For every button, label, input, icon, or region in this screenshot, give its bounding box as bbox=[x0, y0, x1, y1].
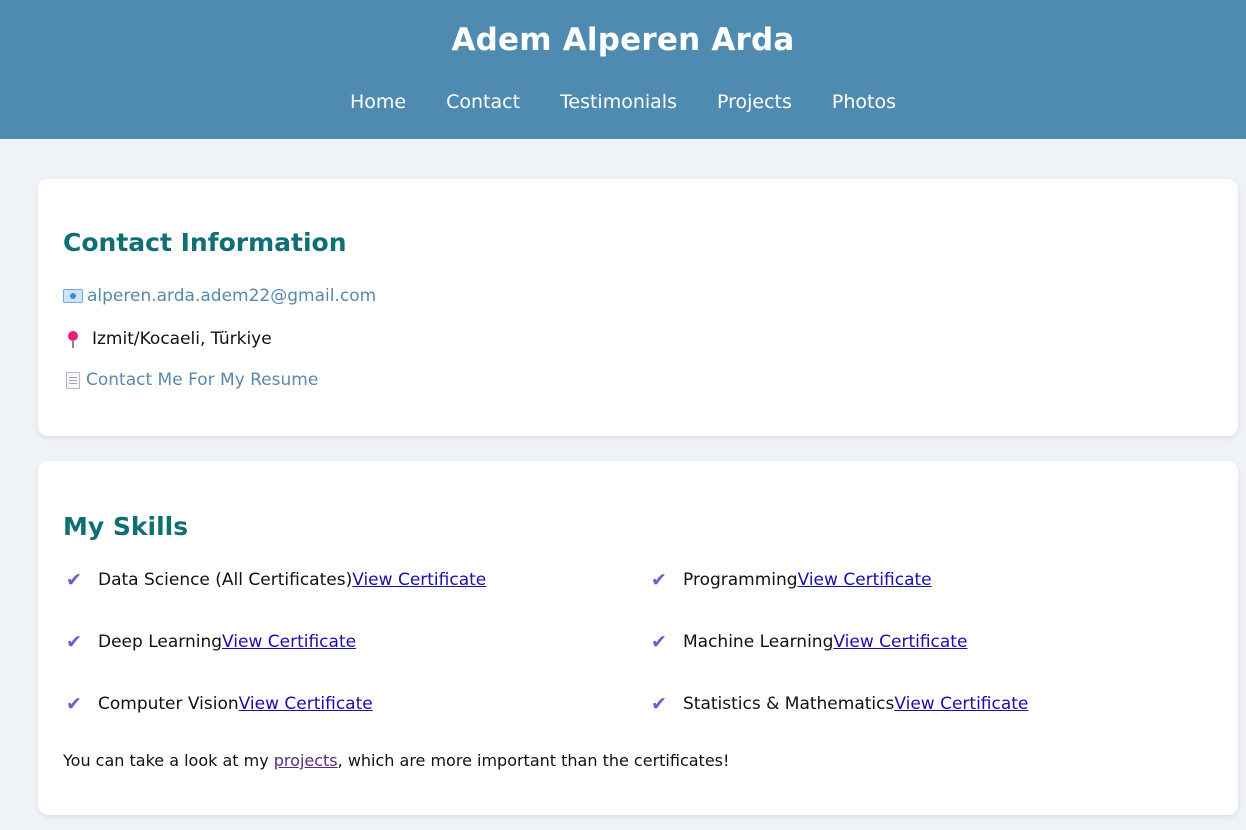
skill-item: ✔ Deep Learning View Certificate bbox=[63, 631, 356, 653]
site-title: Adem Alperen Arda bbox=[451, 22, 795, 58]
skill-label: Programming bbox=[683, 570, 798, 590]
checkmark-icon: ✔ bbox=[66, 631, 82, 653]
contact-email-row: alperen.arda.adem22@gmail.com bbox=[63, 286, 376, 306]
view-certificate-link[interactable]: View Certificate bbox=[239, 694, 373, 714]
resume-link[interactable]: Contact Me For My Resume bbox=[86, 370, 318, 390]
contact-resume-row: Contact Me For My Resume bbox=[63, 370, 318, 390]
pushpin-icon bbox=[63, 331, 83, 348]
envelope-icon bbox=[63, 289, 83, 303]
contact-location-row: Izmit/Kocaeli, Türkiye bbox=[63, 329, 272, 349]
skill-label: Machine Learning bbox=[683, 632, 834, 652]
note-text-after: , which are more important than the cert… bbox=[337, 751, 730, 770]
nav-photos[interactable]: Photos bbox=[832, 91, 896, 113]
nav-projects[interactable]: Projects bbox=[717, 91, 792, 113]
skill-item: ✔ Data Science (All Certificates) View Ce… bbox=[63, 569, 486, 591]
skill-label: Data Science (All Certificates) bbox=[98, 570, 353, 590]
checkmark-icon: ✔ bbox=[66, 569, 82, 591]
skills-card: My Skills ✔ Data Science (All Certificat… bbox=[38, 461, 1238, 815]
projects-note: You can take a look at my projects, whic… bbox=[63, 751, 729, 770]
skill-item: ✔ Machine Learning View Certificate bbox=[648, 631, 967, 653]
nav-testimonials[interactable]: Testimonials bbox=[560, 91, 677, 113]
view-certificate-link[interactable]: View Certificate bbox=[894, 694, 1028, 714]
skill-label: Computer Vision bbox=[98, 694, 239, 714]
note-text-before: You can take a look at my bbox=[63, 751, 274, 770]
email-link[interactable]: alperen.arda.adem22@gmail.com bbox=[87, 286, 376, 306]
skill-item: ✔ Computer Vision View Certificate bbox=[63, 693, 373, 715]
location-text: Izmit/Kocaeli, Türkiye bbox=[92, 329, 272, 349]
nav-home[interactable]: Home bbox=[350, 91, 406, 113]
projects-link[interactable]: projects bbox=[274, 751, 338, 770]
checkmark-icon: ✔ bbox=[651, 693, 667, 715]
contact-title: Contact Information bbox=[63, 228, 347, 257]
skills-title: My Skills bbox=[63, 512, 189, 541]
main-nav: Home Contact Testimonials Projects Photo… bbox=[0, 91, 1246, 113]
skill-item: ✔ Programming View Certificate bbox=[648, 569, 932, 591]
view-certificate-link[interactable]: View Certificate bbox=[222, 632, 356, 652]
site-header: Adem Alperen Arda Home Contact Testimoni… bbox=[0, 0, 1246, 139]
nav-contact[interactable]: Contact bbox=[446, 91, 520, 113]
view-certificate-link[interactable]: View Certificate bbox=[798, 570, 932, 590]
skill-item: ✔ Statistics & Mathematics View Certifica… bbox=[648, 693, 1028, 715]
checkmark-icon: ✔ bbox=[651, 569, 667, 591]
view-certificate-link[interactable]: View Certificate bbox=[833, 632, 967, 652]
checkmark-icon: ✔ bbox=[66, 693, 82, 715]
contact-card: Contact Information alperen.arda.adem22@… bbox=[38, 179, 1238, 436]
view-certificate-link[interactable]: View Certificate bbox=[352, 570, 486, 590]
skill-label: Deep Learning bbox=[98, 632, 223, 652]
document-icon bbox=[66, 371, 80, 389]
checkmark-icon: ✔ bbox=[651, 631, 667, 653]
skill-label: Statistics & Mathematics bbox=[683, 694, 895, 714]
